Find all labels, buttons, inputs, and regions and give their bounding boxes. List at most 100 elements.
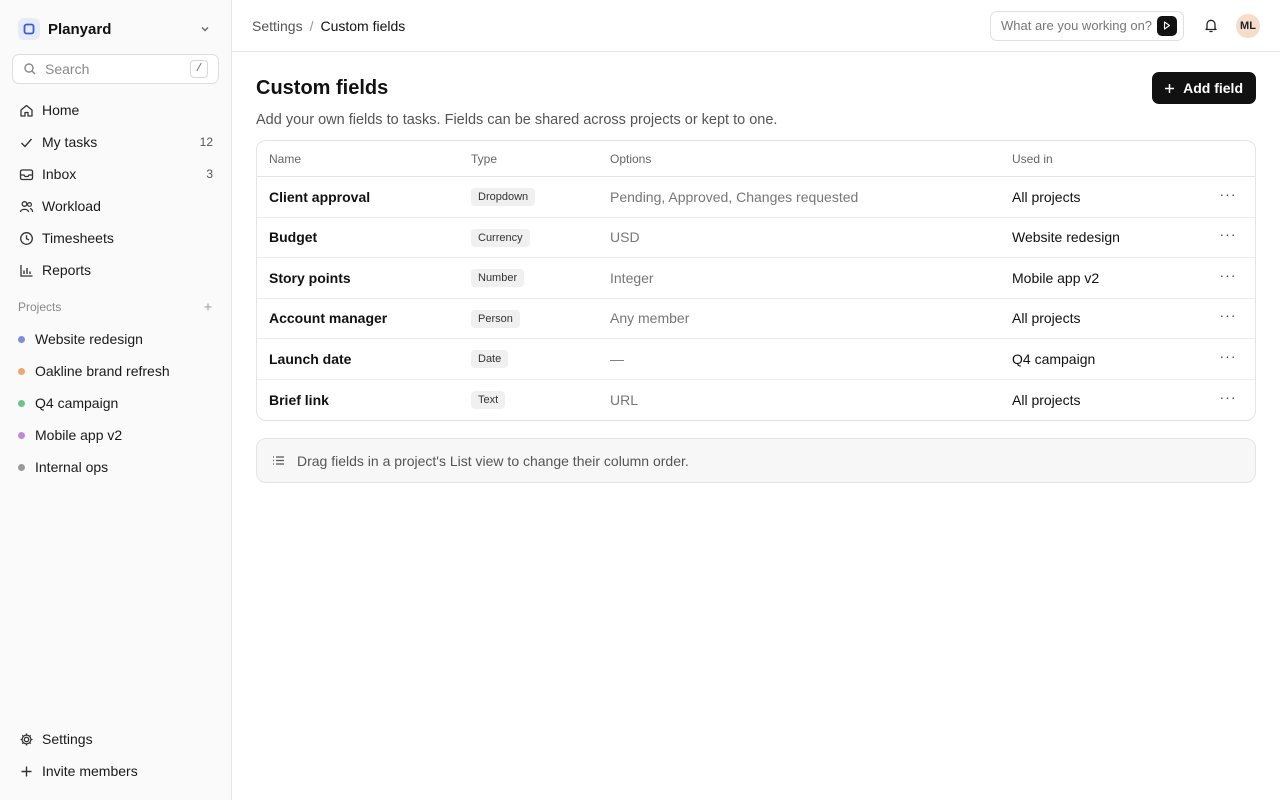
- table-row[interactable]: Client approval Dropdown Pending, Approv…: [257, 177, 1255, 218]
- custom-fields-table: Name Type Options Used in Client approva…: [256, 140, 1256, 421]
- project-color-dot: [18, 335, 25, 343]
- field-options: USD: [610, 229, 640, 246]
- field-name: Brief link: [269, 391, 329, 408]
- clock-icon: [18, 230, 34, 246]
- page-subtitle: Add your own fields to tasks. Fields can…: [256, 112, 778, 128]
- more-options-icon[interactable]: ···: [1217, 223, 1239, 245]
- nav-item-invite-members[interactable]: Invite members: [12, 755, 219, 787]
- field-options: Integer: [610, 269, 654, 286]
- main-nav: Home My tasks 12 Inbox 3 Workload Timesh…: [12, 94, 219, 286]
- nav-item-workload[interactable]: Workload: [12, 190, 219, 222]
- nav-item-home[interactable]: Home: [12, 94, 219, 126]
- nav-label: Timesheets: [42, 230, 114, 246]
- project-label: Q4 campaign: [35, 395, 119, 411]
- check-icon: [18, 134, 34, 150]
- projects-list: Website redesign Oakline brand refresh Q…: [12, 323, 219, 483]
- add-field-label: Add field: [1183, 80, 1243, 96]
- field-used-in: Q4 campaign: [1012, 350, 1096, 367]
- title-row: Custom fields Add field: [256, 72, 1256, 104]
- workspace-switcher[interactable]: Planyard: [18, 16, 213, 42]
- nav-count: 3: [206, 167, 213, 181]
- field-name: Client approval: [269, 188, 371, 205]
- nav-item-settings[interactable]: Settings: [12, 723, 219, 755]
- nav-item-my-tasks[interactable]: My tasks 12: [12, 126, 219, 158]
- more-options-icon[interactable]: ···: [1217, 183, 1239, 205]
- nav-label: My tasks: [42, 134, 98, 150]
- plus-icon: [1164, 83, 1175, 94]
- breadcrumb: Settings / Custom fields: [252, 18, 990, 34]
- nav-label: Workload: [42, 198, 101, 214]
- search-input[interactable]: [45, 61, 190, 77]
- search-icon: [23, 62, 37, 76]
- column-header-name: Name: [269, 151, 302, 166]
- field-name: Budget: [269, 229, 318, 246]
- page-body: Custom fields Add field Add your own fie…: [232, 72, 1280, 483]
- field-options: —: [610, 350, 624, 367]
- project-item-internal-ops[interactable]: Internal ops: [12, 451, 219, 483]
- search-shortcut-key: /: [190, 60, 208, 78]
- main-content: Settings / Custom fields ML Custom field…: [232, 0, 1280, 800]
- project-label: Oakline brand refresh: [35, 363, 170, 379]
- nav-label: Reports: [42, 262, 92, 278]
- nav-item-inbox[interactable]: Inbox 3: [12, 158, 219, 190]
- field-type-chip: Date: [471, 350, 509, 369]
- project-color-dot: [18, 431, 25, 439]
- project-item-q4-campaign[interactable]: Q4 campaign: [12, 387, 219, 419]
- table-row[interactable]: Account manager Person Any member All pr…: [257, 299, 1255, 339]
- breadcrumb-settings-link[interactable]: Settings: [252, 18, 303, 34]
- field-used-in: All projects: [1012, 310, 1081, 327]
- field-used-in: All projects: [1012, 188, 1081, 205]
- avatar[interactable]: ML: [1236, 13, 1260, 38]
- project-item-website-redesign[interactable]: Website redesign: [12, 323, 219, 355]
- field-options: Any member: [610, 310, 690, 327]
- table-row[interactable]: Launch date Date — Q4 campaign ···: [257, 339, 1255, 380]
- add-project-icon[interactable]: [203, 300, 213, 314]
- project-label: Internal ops: [35, 459, 109, 475]
- breadcrumb-separator: /: [309, 17, 314, 34]
- inbox-icon: [18, 166, 34, 182]
- field-type-chip: Text: [471, 391, 506, 410]
- field-name: Story points: [269, 269, 351, 286]
- project-item-mobile-app-v2[interactable]: Mobile app v2: [12, 419, 219, 451]
- chevron-down-icon[interactable]: [197, 21, 213, 37]
- more-options-icon[interactable]: ···: [1217, 345, 1239, 367]
- table-row[interactable]: Budget Currency USD Website redesign ···: [257, 218, 1255, 258]
- bell-icon[interactable]: [1198, 13, 1224, 39]
- ask-input[interactable]: [1001, 18, 1157, 33]
- project-color-dot: [18, 463, 25, 471]
- workspace-logo-icon: [18, 18, 40, 40]
- ask-box[interactable]: [990, 10, 1184, 41]
- field-used-in: All projects: [1012, 391, 1081, 408]
- field-options: Pending, Approved, Changes requested: [610, 188, 859, 205]
- gear-icon: [18, 731, 34, 747]
- field-name: Account manager: [269, 310, 388, 327]
- table-row[interactable]: Brief link Text URL All projects ···: [257, 380, 1255, 421]
- field-type-chip: Number: [471, 269, 525, 288]
- search-box[interactable]: /: [12, 54, 219, 84]
- projects-header: Projects: [18, 298, 213, 316]
- nav-item-timesheets[interactable]: Timesheets: [12, 222, 219, 254]
- field-name: Launch date: [269, 350, 352, 367]
- column-header-type: Type: [471, 151, 498, 166]
- nav-item-reports[interactable]: Reports: [12, 254, 219, 286]
- nav-label: Home: [42, 102, 80, 118]
- nav-label: Invite members: [42, 763, 138, 779]
- nav-label: Settings: [42, 731, 93, 747]
- more-options-icon[interactable]: ···: [1217, 304, 1239, 326]
- nav-label: Inbox: [42, 166, 77, 182]
- more-options-icon[interactable]: ···: [1217, 264, 1239, 286]
- field-options: URL: [610, 391, 639, 408]
- workspace-name: Planyard: [48, 20, 112, 38]
- project-label: Mobile app v2: [35, 427, 123, 443]
- column-header-used-in: Used in: [1012, 151, 1053, 166]
- info-hint: Drag fields in a project's List view to …: [256, 438, 1256, 483]
- project-item-oakline-brand-refresh[interactable]: Oakline brand refresh: [12, 355, 219, 387]
- table-header: Name Type Options Used in: [257, 141, 1255, 177]
- more-options-icon[interactable]: ···: [1217, 386, 1239, 408]
- send-icon[interactable]: [1157, 15, 1177, 36]
- projects-heading: Projects: [18, 300, 62, 314]
- home-icon: [18, 102, 34, 118]
- plus-icon: [18, 763, 34, 779]
- add-field-button[interactable]: Add field: [1152, 72, 1256, 104]
- table-row[interactable]: Story points Number Integer Mobile app v…: [257, 258, 1255, 299]
